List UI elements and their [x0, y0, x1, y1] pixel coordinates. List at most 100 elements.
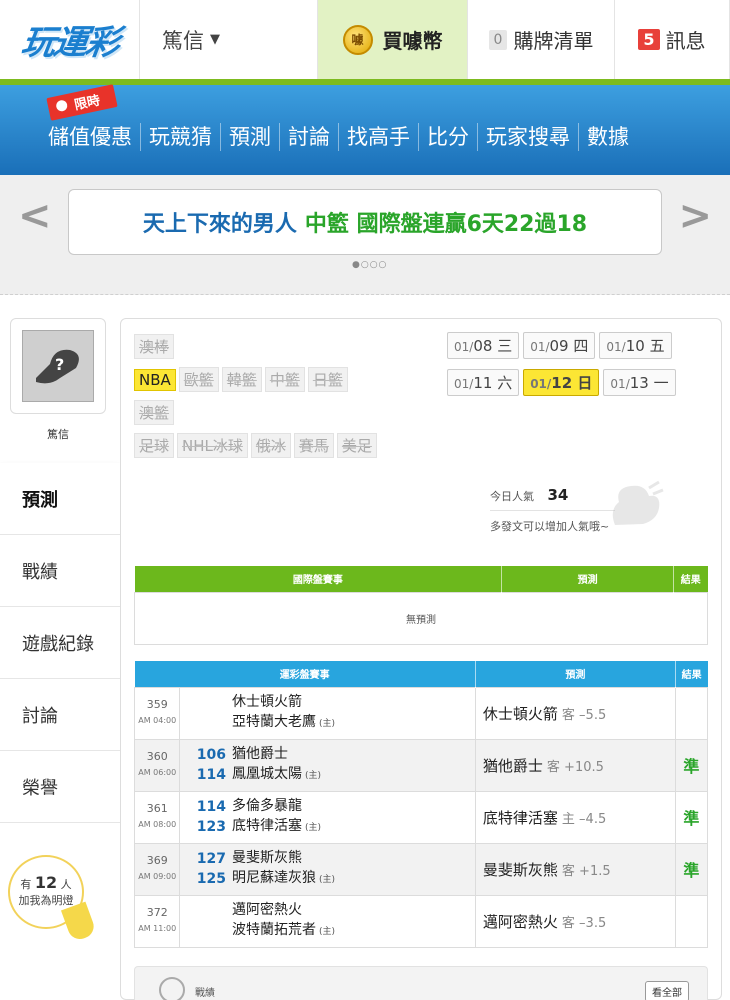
- popularity-row: 今日人氣 34: [490, 486, 568, 504]
- fans-note: 加我為明燈: [18, 894, 74, 907]
- chevron-down-icon: ▼: [210, 32, 220, 47]
- fans-count: 12: [34, 873, 58, 892]
- game-time: AM 08:00: [138, 820, 177, 829]
- profile-menu-item[interactable]: 戰績: [0, 535, 120, 607]
- league-tag[interactable]: 足球: [134, 433, 175, 458]
- puzzle-icon: ?: [36, 349, 79, 384]
- league-tag[interactable]: 賽馬: [293, 433, 334, 458]
- away-team[interactable]: 猶他爵士: [232, 744, 475, 764]
- home-team[interactable]: 波特蘭拓荒者: [232, 922, 316, 938]
- league-row: 澳棒: [134, 334, 434, 367]
- pick-odds: 客 –3.5: [562, 916, 606, 931]
- pick-odds: 主 –4.5: [562, 812, 606, 827]
- chevron-left-icon[interactable]: <: [18, 193, 52, 239]
- teams-cell: 曼斐斯灰熊 明尼蘇達灰狼 (主): [232, 842, 476, 896]
- date-weekday: 三: [497, 337, 513, 355]
- profile-menu-item[interactable]: 預測: [0, 463, 120, 535]
- league-tag[interactable]: NHL冰球: [177, 433, 248, 458]
- game-number-cell: 360 AM 06:00: [133, 738, 181, 792]
- chevron-right-icon[interactable]: >: [678, 193, 712, 239]
- nav-item-2[interactable]: 預測: [221, 123, 280, 151]
- profile-menu-item[interactable]: 遊戲紀錄: [0, 607, 120, 679]
- date-button[interactable]: 01/12 日: [523, 369, 600, 396]
- away-team[interactable]: 休士頓火箭: [232, 692, 475, 712]
- date-button[interactable]: 01/08 三: [447, 332, 520, 359]
- league-tag[interactable]: 澳籃: [134, 400, 175, 425]
- pick-team: 邁阿密熱火: [482, 912, 558, 931]
- view-all-button[interactable]: 看全部: [645, 981, 689, 1000]
- messages-button[interactable]: 5 訊息: [615, 0, 730, 79]
- profile-menu-item[interactable]: 討論: [0, 679, 120, 751]
- league-tag[interactable]: NBA: [134, 369, 176, 391]
- carousel-dots[interactable]: ●○○○: [352, 260, 387, 270]
- away-team[interactable]: 多倫多暴龍: [232, 796, 475, 816]
- league-tag[interactable]: 日籃: [307, 367, 348, 392]
- profile-menu-item[interactable]: 榮譽: [0, 751, 120, 823]
- league-tag[interactable]: 美足: [336, 433, 377, 458]
- away-team[interactable]: 曼斐斯灰熊: [232, 848, 475, 868]
- promo-banner: < 天上下來的男人 中籃 國際盤連贏6天22過18 > ●○○○: [0, 175, 730, 295]
- game-number-cell: 369 AM 09:00: [133, 842, 181, 896]
- table-row: 372 AM 11:00 邁阿密熱火 波特蘭拓荒者 (主) 邁阿密熱火客 –3.5: [133, 894, 709, 948]
- nav-item-3[interactable]: 討論: [280, 123, 339, 151]
- teams-cell: 猶他爵士 鳳凰城太陽 (主): [232, 738, 476, 792]
- pick-side: 主: [561, 811, 575, 827]
- pick-side: 客: [561, 863, 575, 879]
- nav-item-0[interactable]: 儲值優惠: [40, 123, 141, 151]
- home-team[interactable]: 鳳凰城太陽: [232, 766, 302, 782]
- home-team[interactable]: 明尼蘇達灰狼: [232, 870, 316, 886]
- top-bar: 玩運彩 篤信 ▼ 噱 買噱幣 0 購牌清單 5 訊息: [0, 0, 730, 85]
- nav-items: 儲值優惠 玩競猜 預測 討論 找高手 比分 玩家搜尋 數據: [40, 123, 637, 151]
- home-team-line: 鳳凰城太陽 (主): [232, 764, 475, 786]
- home-mark: (主): [305, 771, 322, 781]
- game-number: 369: [146, 854, 168, 867]
- date-button[interactable]: 01/11 六: [447, 369, 520, 396]
- date-day: 12: [551, 374, 573, 392]
- league-filters: 澳棒 NBA 歐籃 韓籃 中籃 日籃澳籃足球 NHL冰球 俄冰 賽馬 美足: [134, 334, 434, 466]
- home-team-line: 波特蘭拓荒者 (主): [232, 920, 475, 942]
- date-day: 08: [473, 337, 493, 355]
- date-month: 01/: [454, 340, 474, 354]
- pick-side: 客: [546, 759, 560, 775]
- nav-item-6[interactable]: 玩家搜尋: [478, 123, 579, 151]
- user-menu-button[interactable]: 篤信 ▼: [140, 0, 318, 79]
- date-weekday: 五: [649, 337, 665, 355]
- nav-item-4[interactable]: 找高手: [339, 123, 419, 151]
- date-month: 01/: [610, 377, 630, 391]
- league-tag[interactable]: 中籃: [264, 367, 305, 392]
- teams-cell: 多倫多暴龍 底特律活塞 (主): [232, 790, 476, 844]
- league-tag[interactable]: 澳棒: [134, 334, 175, 359]
- home-team-line: 明尼蘇達灰狼 (主): [232, 868, 475, 890]
- date-button[interactable]: 01/09 四: [523, 332, 596, 359]
- no-predictions-text: 無預測: [134, 591, 708, 645]
- league-tag[interactable]: 韓籃: [221, 367, 262, 392]
- pick-team: 猶他爵士: [482, 756, 543, 775]
- profile-menu: 預測 戰績 遊戲紀錄 討論 榮譽: [0, 463, 120, 823]
- away-team[interactable]: 邁阿密熱火: [232, 900, 475, 920]
- cart-button[interactable]: 0 購牌清單: [468, 0, 615, 79]
- league-tag[interactable]: 歐籃: [178, 367, 219, 392]
- pick-cell: 底特律活塞主 –4.5: [474, 790, 676, 844]
- game-time: AM 04:00: [138, 716, 177, 725]
- buy-coins-button[interactable]: 噱 買噱幣: [318, 0, 468, 79]
- banner-headline[interactable]: 天上下來的男人 中籃 國際盤連贏6天22過18: [68, 189, 662, 255]
- date-button[interactable]: 01/13 一: [603, 369, 676, 396]
- site-logo[interactable]: 玩運彩: [0, 0, 140, 79]
- league-tag[interactable]: 俄冰: [250, 433, 291, 458]
- coin-icon: 噱: [342, 24, 373, 55]
- nav-item-1[interactable]: 玩競猜: [141, 123, 221, 151]
- default-avatar-icon: ?: [22, 330, 94, 402]
- game-number: 359: [146, 698, 168, 711]
- nav-item-5[interactable]: 比分: [419, 123, 478, 151]
- home-team[interactable]: 亞特蘭大老鷹: [232, 714, 316, 730]
- pick-line: +1.5: [579, 863, 611, 879]
- pick-cell: 曼斐斯灰熊客 +1.5: [474, 842, 676, 896]
- result-cell: 準: [674, 738, 709, 792]
- nav-item-7[interactable]: 數據: [579, 123, 637, 151]
- date-month: 01/: [530, 377, 552, 391]
- date-button[interactable]: 01/10 五: [599, 332, 672, 359]
- avatar[interactable]: ?: [10, 318, 106, 414]
- home-team[interactable]: 底特律活塞: [232, 818, 302, 834]
- game-number: 361: [146, 802, 168, 815]
- date-day: 10: [625, 337, 645, 355]
